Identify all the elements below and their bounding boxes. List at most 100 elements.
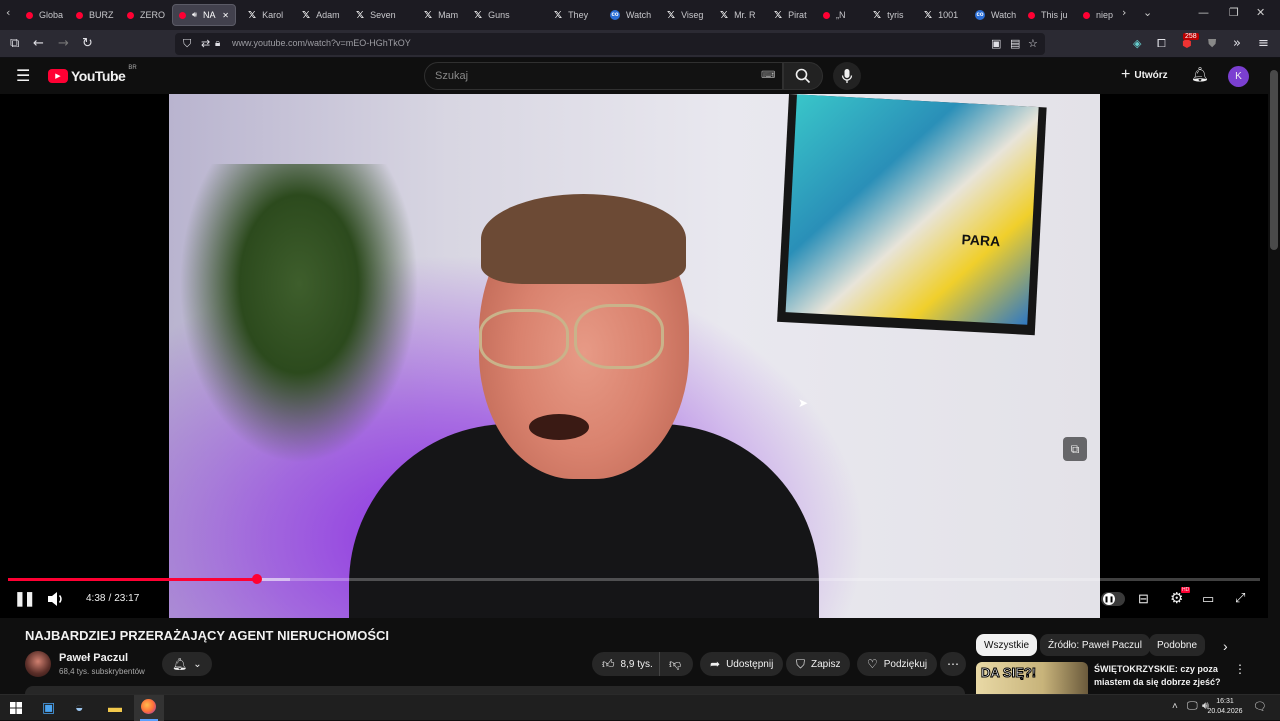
tab-audio-icon[interactable]: 🔊︎ <box>192 10 197 20</box>
browser-tab[interactable]: co Watch <box>969 4 1019 26</box>
picture-in-picture-icon[interactable]: ▣ <box>991 36 1001 52</box>
x-icon: 𝕏 <box>302 9 311 21</box>
more-tools-icon[interactable]: » <box>1233 36 1241 52</box>
notification-center-icon[interactable]: 🗨︎ <box>1253 700 1267 713</box>
create-label: Utwórz <box>1134 69 1168 81</box>
extensions-puzzle-icon[interactable]: ⧠ <box>1157 36 1166 52</box>
tab-label: They <box>568 10 589 20</box>
avatar[interactable]: K <box>1228 66 1249 87</box>
chip-all[interactable]: Wszystkie <box>976 634 1037 656</box>
x-icon: 𝕏 <box>248 9 257 21</box>
address-bar[interactable]: ⛉ ⇄ 🔒︎ www.youtube.com/watch?v=mEO-HGhTk… <box>175 33 1045 55</box>
tab-scroll-left-icon[interactable]: ‹ <box>6 6 10 19</box>
tab-scroll-right-icon[interactable]: › <box>1122 6 1126 19</box>
browser-tab[interactable]: 𝕏 Adam <box>296 4 346 26</box>
youtube-logo[interactable]: ▶ YouTube BR <box>48 65 137 84</box>
restore-icon[interactable]: ❐ <box>1229 6 1239 19</box>
channel-name[interactable]: Paweł Paczul <box>59 652 128 664</box>
tab-list-chevron-icon[interactable]: ⌄ <box>1143 6 1152 19</box>
browser-tab[interactable]: 𝕏tyris <box>867 4 913 26</box>
page-scrollbar[interactable] <box>1268 58 1280 694</box>
chip-related[interactable]: Podobne <box>1149 634 1206 656</box>
recommended-thumbnail[interactable]: DA SIĘ?! <box>976 662 1088 694</box>
clock[interactable]: 16:31 20.04.2026 <box>1206 697 1244 717</box>
browser-tab[interactable]: 𝕏 Pirat <box>768 4 814 26</box>
chip-from-channel[interactable]: Źródło: Paweł Paczul <box>1040 634 1150 656</box>
browser-tab[interactable]: 𝕏 They <box>548 4 600 26</box>
bookmark-star-icon[interactable]: ☆ <box>1028 36 1038 52</box>
network-icon[interactable]: 🖵︎ <box>1187 700 1198 713</box>
x-icon: 𝕏 <box>720 9 729 21</box>
browser-tab[interactable]: ZERO <box>121 4 167 26</box>
notifications-bell-icon[interactable]: 🔔︎ <box>1191 67 1209 83</box>
time-display: 4:38 / 23:17 <box>86 593 139 604</box>
permissions-icon[interactable]: ⇄ <box>201 36 210 52</box>
firefox-taskbar-item[interactable] <box>134 695 164 721</box>
like-button[interactable]: 👍︎ 8,9 tys. <box>592 652 661 676</box>
shield-extension-icon[interactable]: ⛊ <box>1208 36 1216 52</box>
pause-icon[interactable]: ❚❚ <box>14 590 36 607</box>
browser-tab[interactable]: 𝕏 Viseg <box>661 4 711 26</box>
thanks-button[interactable]: ♡ Podziękuj <box>857 652 938 676</box>
steam-icon[interactable]: ◒ <box>75 699 83 715</box>
lock-icon[interactable]: 🔒︎ <box>215 36 220 52</box>
windows-start-icon[interactable] <box>10 702 22 714</box>
reload-icon[interactable]: ↻ <box>82 36 93 52</box>
recommended-more-icon[interactable]: ⋮ <box>1234 662 1246 676</box>
more-actions-button[interactable]: ⋯ <box>940 652 966 676</box>
subscriber-count: 68,4 tys. subskrybentów <box>59 667 145 676</box>
video-player[interactable]: PARA ➤ ⧉ ❚❚ 4:38 / 23:17 ❚❚ ⊟ ⚙ HD ▭ ⤢ <box>0 94 1268 618</box>
browser-tab[interactable]: 𝕏 Seven <box>350 4 414 26</box>
menu-hamburger-icon[interactable]: ≡ <box>1258 36 1269 52</box>
miniplayer-overlay-button[interactable]: ⧉ <box>1063 437 1087 461</box>
subscribed-notifications-button[interactable]: 🔔︎ ⌄ <box>162 652 212 676</box>
scrollbar-thumb[interactable] <box>1270 70 1278 250</box>
tab-close-icon[interactable]: ✕ <box>222 11 229 20</box>
browser-tab[interactable]: 𝕏 Guns <box>468 4 544 26</box>
file-explorer-icon[interactable]: ▬ <box>108 699 122 715</box>
volume-icon[interactable] <box>47 591 65 607</box>
browser-tab[interactable]: 𝕏 Mam <box>418 4 464 26</box>
sidebar-toggle-icon[interactable]: ⧉ <box>10 36 19 52</box>
search-input[interactable]: Szukaj ⌨ <box>424 62 783 90</box>
reader-view-icon[interactable]: ▤ <box>1010 36 1020 52</box>
create-button[interactable]: + Utwórz <box>1121 67 1168 83</box>
minimize-icon[interactable]: — <box>1198 6 1209 19</box>
browser-tab[interactable]: „N <box>817 4 863 26</box>
keyboard-icon[interactable]: ⌨ <box>761 70 775 81</box>
dislike-button[interactable]: 👎︎ <box>659 652 693 676</box>
shield-icon[interactable]: ⛉ <box>183 36 191 52</box>
taskbar-app-icon[interactable]: ▣ <box>42 699 55 716</box>
video-frame[interactable]: PARA <box>169 94 1100 618</box>
search-button[interactable] <box>783 62 823 90</box>
guide-menu-icon[interactable]: ☰ <box>16 66 30 85</box>
browser-tab[interactable]: This ju <box>1022 4 1074 26</box>
browser-tab[interactable]: 🔊︎ NA ✕ <box>172 4 236 26</box>
recommended-title[interactable]: ŚWIĘTOKRZYSKIE: czy poza miastem da się … <box>1094 663 1224 689</box>
description-box[interactable] <box>25 686 965 694</box>
tray-chevron-icon[interactable]: ˄ <box>1172 701 1178 712</box>
subtitles-icon[interactable]: ⊟ <box>1138 591 1149 607</box>
fullscreen-icon[interactable]: ⤢ <box>1235 590 1245 606</box>
extension-icon[interactable]: ◈ <box>1133 36 1141 52</box>
save-button[interactable]: ⛉ Zapisz <box>786 652 851 676</box>
browser-tab[interactable]: Globa <box>20 4 66 26</box>
back-icon[interactable]: ← <box>33 36 44 52</box>
browser-tab[interactable]: 𝕏 Karol <box>242 4 292 26</box>
close-window-icon[interactable]: ✕ <box>1256 6 1265 19</box>
autoplay-toggle[interactable]: ❚❚ <box>1101 592 1125 606</box>
chips-next-chevron-icon[interactable]: › <box>1223 638 1228 654</box>
theater-mode-icon[interactable]: ▭ <box>1202 591 1214 607</box>
browser-tab[interactable]: 𝕏 1001 <box>918 4 966 26</box>
glasses-left <box>479 309 569 369</box>
browser-tab[interactable]: 𝕏 Mr. R <box>714 4 764 26</box>
channel-avatar[interactable] <box>25 651 51 677</box>
browser-tab[interactable]: niep <box>1077 4 1117 26</box>
url-text[interactable]: www.youtube.com/watch?v=mEO-HGhTkOY <box>232 38 411 48</box>
progress-bar[interactable] <box>8 574 1260 584</box>
share-button[interactable]: ➦ Udostępnij <box>700 652 784 676</box>
voice-search-button[interactable] <box>833 62 861 90</box>
browser-tab[interactable]: co Watch <box>604 4 658 26</box>
search-placeholder: Szukaj <box>435 70 469 82</box>
browser-tab[interactable]: BURZ <box>70 4 116 26</box>
